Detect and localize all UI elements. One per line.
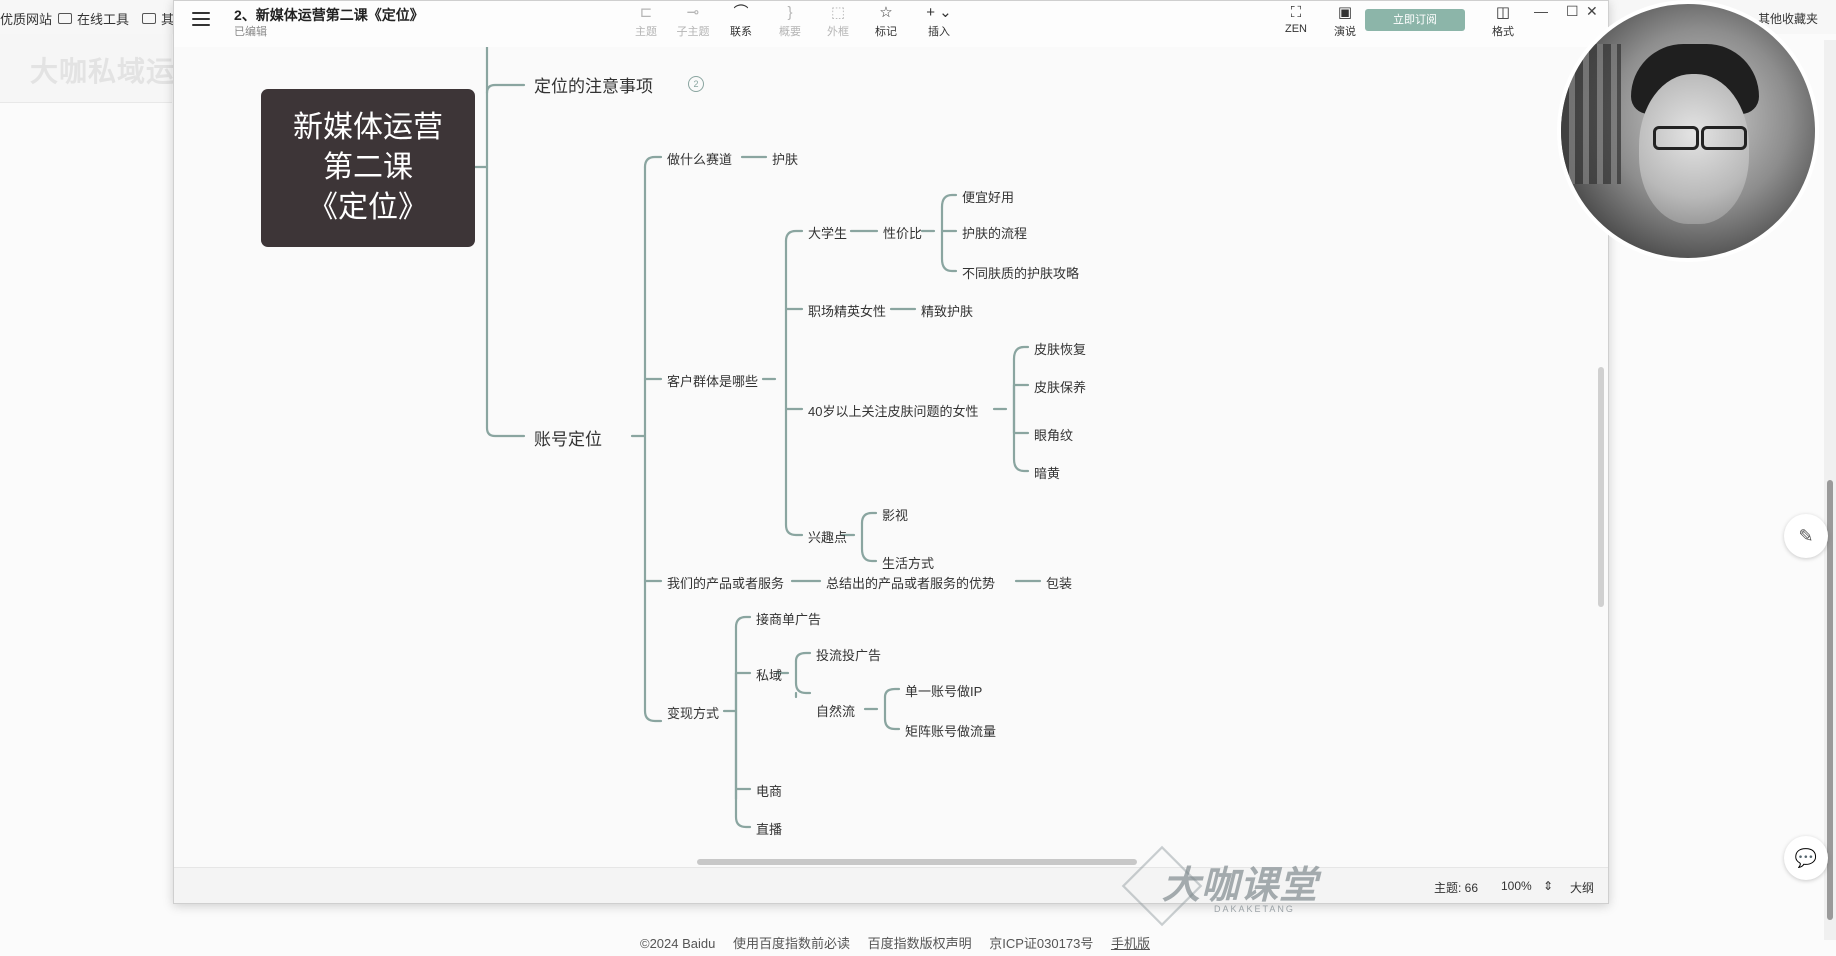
toolbar-subtopic-button[interactable]: ⊸ 子主题 <box>671 3 715 39</box>
footer-link[interactable]: 使用百度指数前必读 <box>733 936 850 951</box>
toolbar-marker-button[interactable]: ☆ 标记 <box>864 3 908 39</box>
topic-audience[interactable]: 客户群体是哪些 <box>667 371 758 390</box>
toolbar-topic-button[interactable]: ⊏ 主题 <box>624 3 668 39</box>
topic-packaging[interactable]: 包装 <box>1046 573 1072 592</box>
root-line: 新媒体运营 <box>293 111 443 144</box>
star-icon: ☆ <box>879 4 893 21</box>
topic-single-ip[interactable]: 单一账号做IP <box>905 681 982 700</box>
footer-copyright: ©2024 Baidu <box>640 936 716 951</box>
footer-link[interactable]: 手机版 <box>1111 936 1150 951</box>
topic-recover[interactable]: 皮肤恢复 <box>1034 339 1086 358</box>
topic-advantage[interactable]: 总结出的产品或者服务的优势 <box>826 573 995 592</box>
watermark-logo: 大咖课堂 DAKAKETANG <box>1121 845 1334 927</box>
app-toolbar: 2、新媒体运营第二课《定位》 已编辑 ⊏ 主题 ⊸ 子主题 ⌒ 联系 } 概要 ⬚ 外框 … <box>174 1 1608 48</box>
boundary-icon: ⬚ <box>830 4 846 21</box>
browser-scrollbar[interactable] <box>1824 40 1836 940</box>
toolbar-zen-button[interactable]: ⛶ ZEN <box>1274 3 1318 35</box>
topic-over40[interactable]: 40岁以上关注皮肤问题的女性 <box>808 401 978 420</box>
topic-skin[interactable]: 护肤 <box>772 149 798 168</box>
collapsed-count-badge[interactable]: 2 <box>688 76 704 92</box>
horizontal-scrollbar[interactable] <box>697 859 1137 865</box>
topic-value[interactable]: 性价比 <box>883 223 922 242</box>
subtopic-icon: ⊸ <box>686 4 700 21</box>
topic-account[interactable]: 账号定位 <box>534 425 602 450</box>
outline-button[interactable]: 大纲 <box>1570 879 1594 896</box>
toolbar-present-button[interactable]: ▣ 演说 <box>1323 3 1367 39</box>
topic-cheap[interactable]: 便宜好用 <box>962 187 1014 206</box>
document-title: 2、新媒体运营第二课《定位》 <box>234 7 424 23</box>
topic-paid[interactable]: 投流投广告 <box>816 645 881 664</box>
plus-icon: + ⌄ <box>926 4 952 21</box>
close-icon[interactable]: ✕ <box>1586 3 1598 20</box>
topic-track[interactable]: 做什么赛道 <box>667 149 732 168</box>
glasses-icon <box>1653 126 1699 150</box>
topic-live[interactable]: 直播 <box>756 819 782 838</box>
status-bar: 主题: 66 100% ⇕ 大纲 <box>174 867 1608 903</box>
zoom-stepper-icon[interactable]: ⇕ <box>1543 879 1553 893</box>
topic-ads[interactable]: 接商单广告 <box>756 609 821 628</box>
vertical-scrollbar[interactable] <box>1598 367 1604 607</box>
topic-office[interactable]: 职场精英女性 <box>808 301 886 320</box>
root-topic[interactable]: 新媒体运营 第二课 《定位》 <box>261 89 475 247</box>
topic-maintain[interactable]: 皮肤保养 <box>1034 377 1086 396</box>
document-status: 已编辑 <box>234 26 267 38</box>
topic-count: 主题: 66 <box>1434 881 1479 895</box>
present-icon: ▣ <box>1337 4 1353 21</box>
menu-icon[interactable] <box>192 12 210 26</box>
chat-icon[interactable]: 💬 <box>1784 836 1828 880</box>
toolbar-boundary-button[interactable]: ⬚ 外框 <box>816 3 860 39</box>
summary-icon: } <box>787 4 793 21</box>
presenter-webcam <box>1557 0 1819 262</box>
zoom-level[interactable]: 100% <box>1501 879 1532 893</box>
minimize-icon[interactable]: — <box>1534 3 1548 19</box>
maximize-icon[interactable]: ☐ <box>1566 3 1579 20</box>
topic-matrix[interactable]: 矩阵账号做流量 <box>905 721 996 740</box>
folder-icon <box>58 13 72 24</box>
toolbar-format-button[interactable]: ◫ 格式 <box>1481 3 1525 39</box>
browser-footer: ©2024 Baidu 使用百度指数前必读 百度指数版权声明 京ICP证0301… <box>640 933 1164 952</box>
watermark-text: 大咖课堂 <box>1162 865 1319 907</box>
footer-link[interactable]: 京ICP证030173号 <box>989 936 1093 951</box>
topic-private[interactable]: 私域 <box>756 665 782 684</box>
topic-lifestyle[interactable]: 生活方式 <box>882 553 934 572</box>
bookmark-folder[interactable]: 其 <box>142 9 174 28</box>
subscribe-button[interactable]: 立即订阅 <box>1365 9 1465 31</box>
folder-icon <box>142 13 156 24</box>
toolbar-link-button[interactable]: ⌒ 联系 <box>719 3 763 39</box>
topic-film[interactable]: 影视 <box>882 505 908 524</box>
mindmap-app-window: 2、新媒体运营第二课《定位》 已编辑 ⊏ 主题 ⊸ 子主题 ⌒ 联系 } 概要 ⬚ 外框 … <box>173 0 1609 904</box>
mindmap-canvas[interactable]: 新媒体运营 第二课 《定位》 定位的注意事项 2 账号定位 做什么赛道 护肤 客… <box>174 47 1608 867</box>
watermark-subtext: DAKAKETANG <box>1214 904 1295 914</box>
topic-interest[interactable]: 兴趣点 <box>808 527 847 546</box>
root-line: 《定位》 <box>308 191 428 224</box>
root-line: 第二课 <box>323 151 413 184</box>
format-icon: ◫ <box>1495 4 1511 21</box>
scroll-thumb[interactable] <box>1827 480 1833 920</box>
bookmark-item[interactable]: 优质网站 <box>0 9 52 28</box>
glasses-icon <box>1701 126 1747 150</box>
topic-guide[interactable]: 不同肤质的护肤攻略 <box>962 263 1079 282</box>
topic-notes[interactable]: 定位的注意事项 <box>534 72 653 97</box>
toolbar-insert-button[interactable]: + ⌄ 插入 <box>917 3 961 39</box>
topic-icon: ⊏ <box>639 4 653 21</box>
topic-monetize[interactable]: 变现方式 <box>667 703 719 722</box>
pin-icon[interactable]: ✎ <box>1784 514 1828 558</box>
topic-dull[interactable]: 暗黄 <box>1034 463 1060 482</box>
topic-product[interactable]: 我们的产品或者服务 <box>667 573 784 592</box>
topic-flow[interactable]: 护肤的流程 <box>962 223 1027 242</box>
topic-wrinkle[interactable]: 眼角纹 <box>1034 425 1073 444</box>
bookmark-folder[interactable]: 在线工具 <box>58 9 129 28</box>
topic-students[interactable]: 大学生 <box>808 223 847 242</box>
other-bookmarks[interactable]: 其他收藏夹 <box>1758 10 1818 27</box>
topic-natural[interactable]: 自然流 <box>816 701 855 720</box>
footer-link[interactable]: 百度指数版权声明 <box>868 936 972 951</box>
toolbar-summary-button[interactable]: } 概要 <box>768 3 812 39</box>
link-icon: ⌒ <box>733 4 749 21</box>
bookshelf <box>1561 44 1621 184</box>
zen-icon: ⛶ <box>1290 4 1302 21</box>
topic-refined[interactable]: 精致护肤 <box>921 301 973 320</box>
topic-ecommerce[interactable]: 电商 <box>756 781 782 800</box>
